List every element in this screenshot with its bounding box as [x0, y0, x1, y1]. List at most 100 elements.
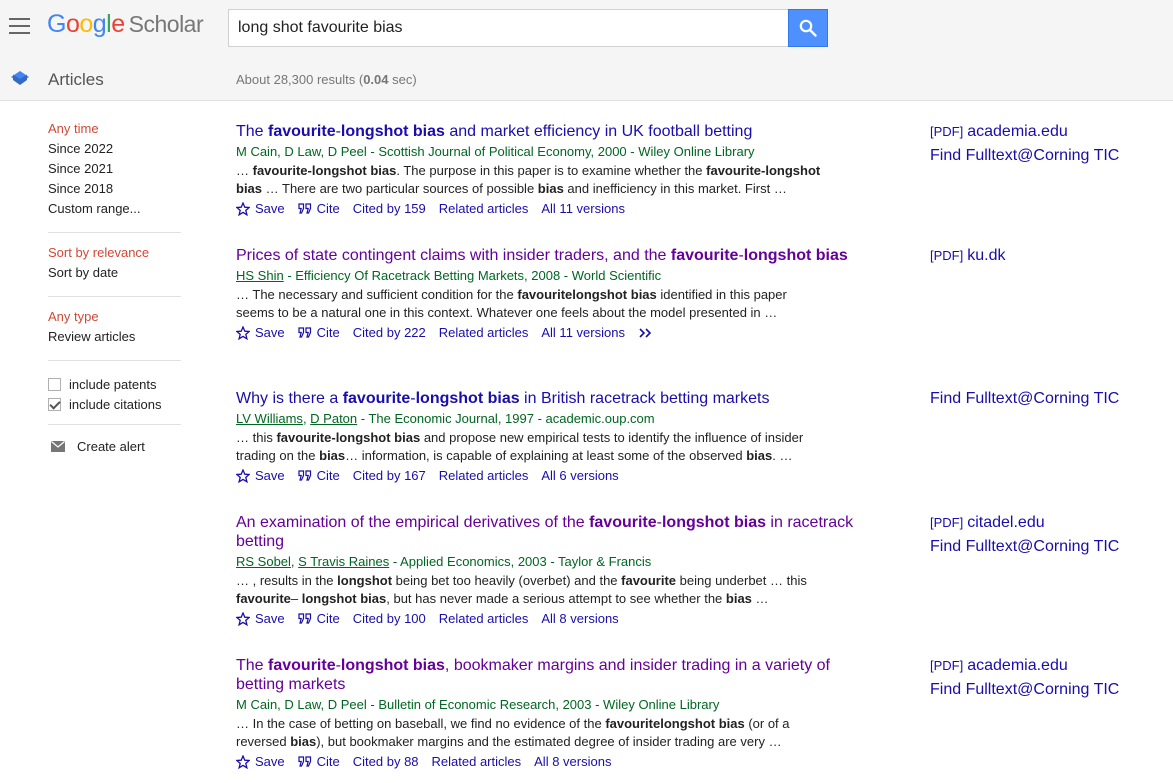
all-versions-link[interactable]: All 11 versions [541, 324, 625, 341]
text-segment: - Applied Economics, 2003 - Taylor & Fra… [389, 554, 652, 569]
fulltext-links: [PDF] academia.edu Find Fulltext@Corning T… [930, 120, 1119, 168]
highlighted-term: longshot bias [743, 247, 848, 264]
fulltext-link[interactable]: [PDF] academia.edu [930, 654, 1119, 678]
create-alert-label: Create alert [77, 439, 145, 454]
result-title-link[interactable]: The favourite-longshot bias and market e… [236, 122, 876, 141]
result-authors-source: RS Sobel, S Travis Raines - Applied Econ… [236, 553, 876, 570]
save-link[interactable]: Save [236, 200, 285, 217]
result-snippet: … this favourite-longshot bias and propo… [236, 429, 826, 465]
type-group: Any type Review articles [48, 310, 182, 350]
fulltext-link[interactable]: [PDF] citadel.edu [930, 511, 1119, 535]
fulltext-source: Find Fulltext@Corning TIC [930, 538, 1120, 555]
checkbox-checked-icon[interactable] [48, 397, 61, 411]
filter-since-2018[interactable]: Since 2018 [48, 182, 182, 202]
cited-by-link-label: Cited by 100 [352, 611, 426, 626]
text-segment: being underbet … this [676, 573, 807, 588]
create-alert-button[interactable]: Create alert [48, 439, 182, 454]
scholar-logo[interactable]: Google Scholar [47, 10, 204, 39]
author-link[interactable]: D Paton [310, 411, 357, 426]
author-link[interactable]: RS Sobel [236, 554, 291, 569]
results-prefix: About 28,300 results ( [236, 72, 364, 87]
star-icon [236, 611, 250, 626]
author-link[interactable]: HS Shin [236, 268, 284, 283]
cited-by-link[interactable]: Cited by 88 [353, 753, 419, 770]
all-versions-link[interactable]: All 11 versions [541, 200, 625, 217]
highlighted-term: longshot bias [415, 390, 520, 407]
all-versions-link[interactable]: All 8 versions [541, 610, 618, 627]
search-input[interactable] [228, 9, 789, 47]
text-segment: … There are two particular sources of po… [262, 181, 538, 196]
filter-since-2021[interactable]: Since 2021 [48, 162, 182, 182]
menu-icon[interactable] [9, 18, 30, 34]
sort-by-relevance[interactable]: Sort by relevance [48, 246, 182, 266]
cite-link[interactable]: Cite [298, 200, 340, 217]
author-link[interactable]: LV Williams [236, 411, 303, 426]
related-articles-link[interactable]: Related articles [432, 753, 522, 770]
save-link[interactable]: Save [236, 610, 285, 627]
save-link[interactable]: Save [236, 753, 285, 770]
related-articles-link[interactable]: Related articles [439, 610, 529, 627]
highlighted-term: favourite [268, 657, 336, 674]
cited-by-link-label: Cited by 222 [352, 325, 426, 340]
cite-link[interactable]: Cite [298, 467, 340, 484]
all-versions-link-label: All 8 versions [534, 754, 612, 769]
text-segment: … In the case of betting on baseball, we… [236, 716, 606, 731]
cite-link-label: Cite [316, 754, 340, 769]
cite-link[interactable]: Cite [298, 753, 340, 770]
checkbox-icon[interactable] [48, 377, 61, 391]
fulltext-link[interactable]: Find Fulltext@Corning TIC [930, 387, 1119, 411]
highlighted-term: longshot bias [661, 514, 766, 531]
cited-by-link[interactable]: Cited by 159 [353, 200, 426, 217]
cite-link[interactable]: Cite [298, 324, 340, 341]
fulltext-link[interactable]: Find Fulltext@Corning TIC [930, 678, 1119, 702]
cited-by-link[interactable]: Cited by 222 [353, 324, 426, 341]
quote-icon [298, 326, 311, 338]
text-segment: ), but bookmaker margins and the estimat… [316, 734, 782, 749]
fulltext-link[interactable]: Find Fulltext@Corning TIC [930, 144, 1119, 168]
search-button[interactable] [788, 9, 828, 47]
filter-custom-range[interactable]: Custom range... [48, 202, 182, 222]
all-versions-link[interactable]: All 6 versions [541, 467, 618, 484]
include-citations-checkbox[interactable]: include citations [48, 394, 182, 414]
related-articles-link[interactable]: Related articles [439, 467, 529, 484]
result-title-link[interactable]: An examination of the empirical derivati… [236, 513, 876, 551]
fulltext-link[interactable]: [PDF] ku.dk [930, 244, 1005, 268]
star-icon [236, 754, 250, 769]
filter-since-2022[interactable]: Since 2022 [48, 142, 182, 162]
highlighted-term: favourite [621, 573, 677, 588]
related-articles-link[interactable]: Related articles [439, 324, 529, 341]
all-versions-link[interactable]: All 8 versions [534, 753, 611, 770]
filter-review-articles[interactable]: Review articles [48, 330, 182, 350]
result-title-link[interactable]: Prices of state contingent claims with i… [236, 246, 876, 265]
results-count: About 28,300 results (0.04 sec) [236, 72, 417, 87]
pdf-tag: [PDF] [930, 658, 964, 673]
highlighted-term: favourite-longshot bias [276, 430, 421, 445]
cite-link-label: Cite [316, 201, 340, 216]
fulltext-link[interactable]: [PDF] academia.edu [930, 120, 1119, 144]
related-articles-link[interactable]: Related articles [439, 200, 529, 217]
result-title-link[interactable]: Why is there a favourite-longshot bias i… [236, 389, 876, 408]
star-icon [236, 468, 250, 483]
text-segment: Why is there a [236, 390, 343, 407]
include-patents-label: include patents [69, 376, 157, 392]
result-title-link[interactable]: The favourite-longshot bias, bookmaker m… [236, 656, 876, 694]
filter-any-time[interactable]: Any time [48, 122, 182, 142]
save-link[interactable]: Save [236, 467, 285, 484]
related-articles-link-label: Related articles [431, 754, 522, 769]
more-chevron-icon[interactable] [638, 327, 654, 339]
text-segment: – [290, 591, 302, 606]
cited-by-link[interactable]: Cited by 167 [353, 467, 426, 484]
author-link[interactable]: S Travis Raines [298, 554, 389, 569]
save-link-label: Save [255, 611, 285, 626]
include-patents-checkbox[interactable]: include patents [48, 374, 182, 394]
filter-any-type[interactable]: Any type [48, 310, 182, 330]
all-versions-link-label: All 11 versions [541, 201, 625, 216]
sort-by-date[interactable]: Sort by date [48, 266, 182, 286]
text-segment: … [236, 163, 253, 178]
text-segment: being bet too heavily (overbet) and the [392, 573, 622, 588]
text-segment: … [751, 591, 769, 606]
fulltext-link[interactable]: Find Fulltext@Corning TIC [930, 535, 1119, 559]
cited-by-link[interactable]: Cited by 100 [353, 610, 426, 627]
cite-link[interactable]: Cite [298, 610, 340, 627]
save-link[interactable]: Save [236, 324, 285, 341]
